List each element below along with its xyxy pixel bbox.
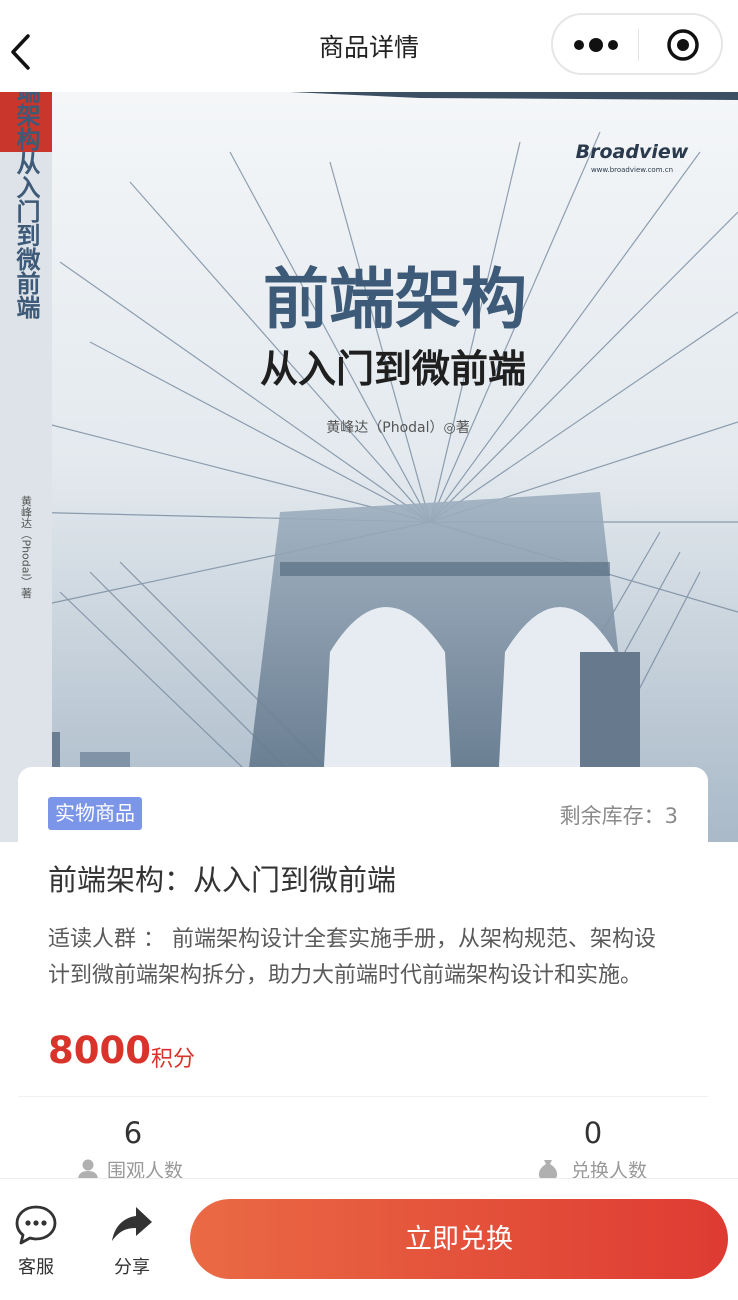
views-label: 围观人数 [107, 1160, 184, 1178]
price-value: 8000 [48, 1029, 151, 1072]
spine-author: 黄峰达（Phodal）著 [20, 494, 33, 599]
redeem-now-button[interactable]: 立即兑换 [190, 1199, 728, 1279]
spine-title: 前端架构从入门到微前端 [12, 92, 41, 319]
stats-section: 6 围观人数 0 兑换人数 [18, 1098, 708, 1178]
product-info-card: 实物商品 剩余库存：3 前端架构：从入门到微前端 适读人群 ： 前端架构设计全套… [18, 767, 708, 1003]
cover-subtitle: 从入门到微前端 [260, 347, 526, 391]
stock-label: 剩余库存： [559, 804, 665, 828]
product-type-tag: 实物商品 [48, 797, 142, 830]
book-cover-illustration: 前端架构从入门到微前端 黄峰达（Phodal）著 Broadview www.b… [0, 92, 738, 842]
chat-bubble-icon [15, 1205, 57, 1245]
user-icon [78, 1159, 98, 1178]
cover-author: 黄峰达（Phodal）◎著 [326, 419, 469, 436]
views-count: 6 [123, 1116, 143, 1150]
redemptions-count: 0 [583, 1116, 603, 1150]
product-title: 前端架构：从入门到微前端 [48, 863, 397, 897]
product-description: 适读人群 ： 前端架构设计全套实施手册，从架构规范、架构设计到微前端架构拆分，助… [48, 927, 656, 988]
price-section: 8000 积分 [18, 1005, 708, 1097]
share-arrow-icon [112, 1207, 152, 1241]
share-label: 分享 [114, 1257, 150, 1278]
bottom-action-bar: 客服 分享 立即兑换 [0, 1178, 738, 1300]
nav-header: 商品详情 [0, 0, 738, 92]
price-unit: 积分 [151, 1047, 196, 1072]
more-button[interactable] [553, 15, 638, 73]
share-button[interactable]: 分享 [96, 1201, 168, 1281]
more-dots-icon [574, 38, 618, 52]
target-circle-icon [667, 29, 699, 61]
cover-title: 前端架构 [263, 261, 527, 338]
money-bag-icon [538, 1160, 558, 1178]
product-image: 前端架构从入门到微前端 黄峰达（Phodal）著 Broadview www.b… [0, 92, 738, 842]
redemptions-label: 兑换人数 [571, 1160, 648, 1178]
stock-value: 3 [664, 804, 678, 828]
mini-program-capsule [551, 13, 723, 75]
publisher-logo: Broadview [576, 141, 689, 163]
publisher-site: www.broadview.com.cn [591, 166, 673, 174]
customer-service-button[interactable]: 客服 [0, 1201, 72, 1281]
customer-service-label: 客服 [18, 1257, 54, 1278]
close-miniprogram-button[interactable] [639, 15, 723, 73]
stock-info: 剩余库存：3 [560, 800, 678, 830]
